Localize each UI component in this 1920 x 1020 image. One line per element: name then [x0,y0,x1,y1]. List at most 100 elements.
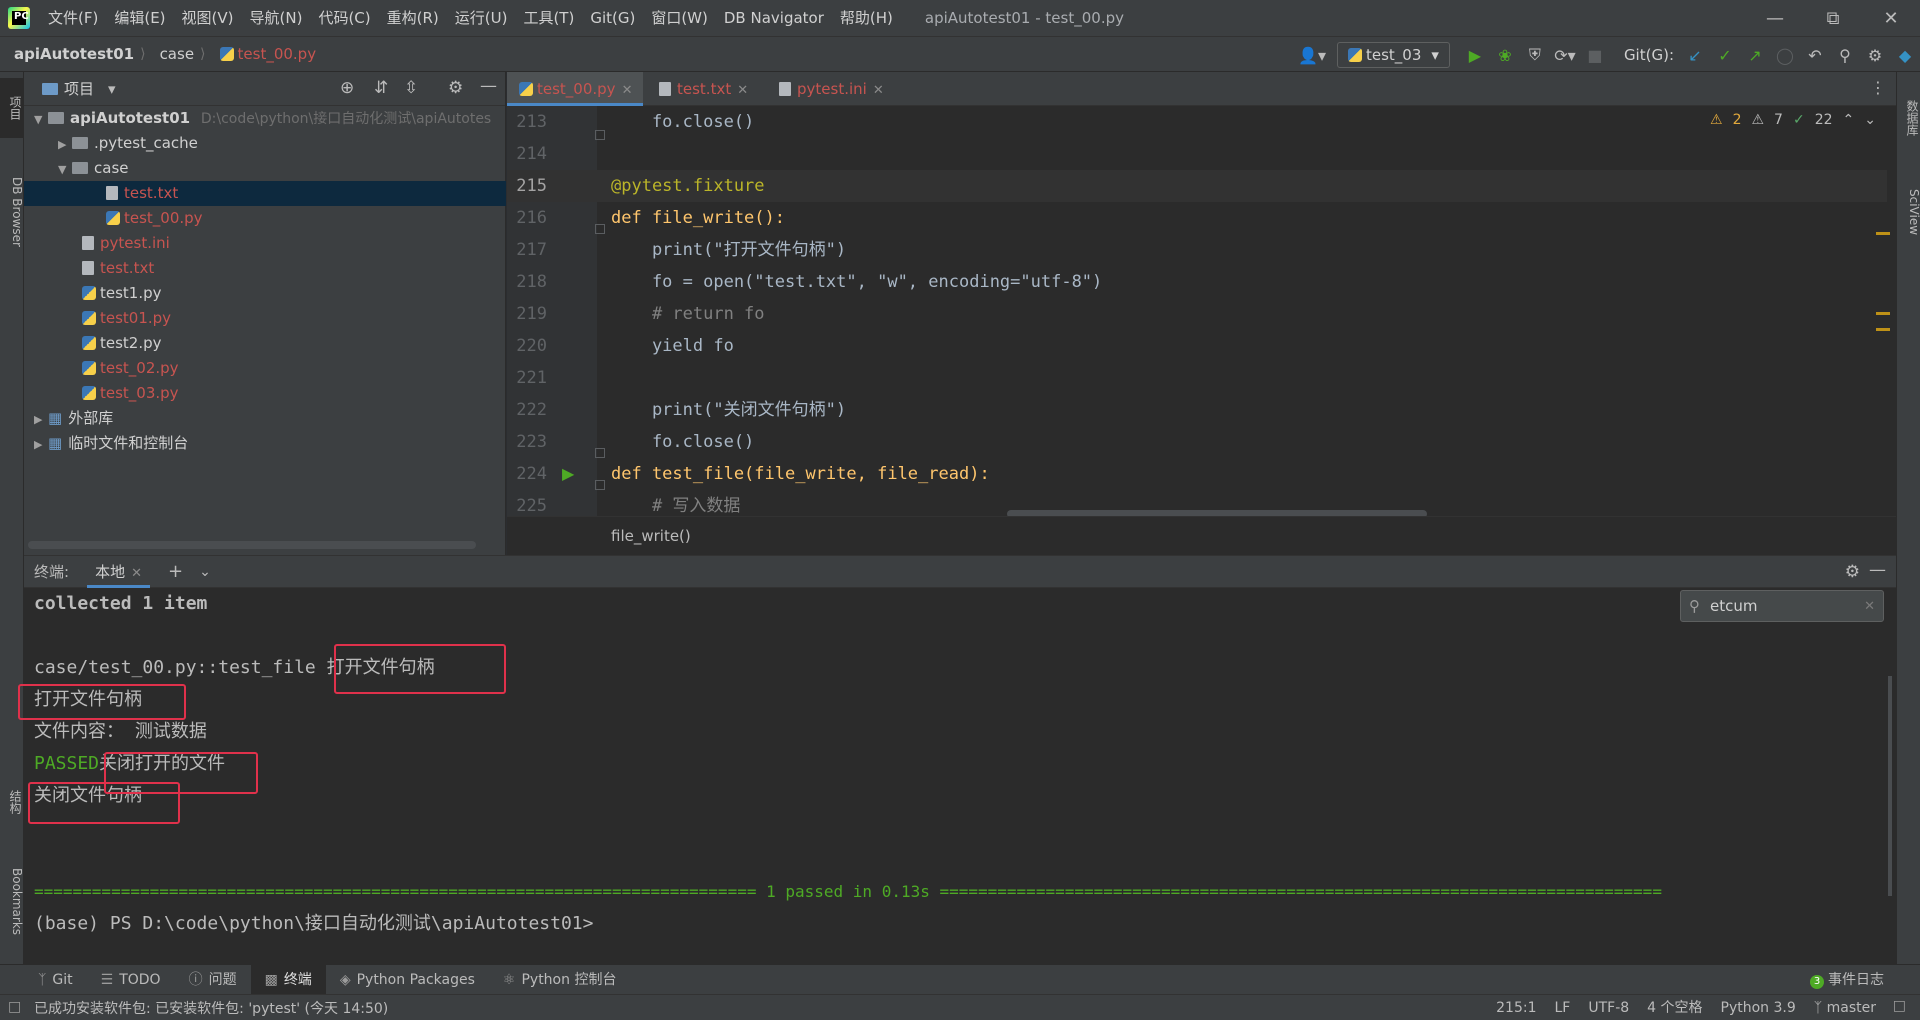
code-line[interactable]: 217 print("打开文件句柄") [507,234,1887,266]
tree-item-test-txt[interactable]: test.txt [24,256,506,281]
search-icon[interactable]: ⚲ [1830,37,1860,73]
tab-test-txt[interactable]: test.txt ✕ [647,72,763,106]
expand-arrow-icon[interactable]: ▼ [34,107,48,132]
menu-refactor[interactable]: 重构(R) [379,0,447,36]
fold-marker-icon[interactable] [595,480,605,490]
collapse-arrow-icon[interactable]: ▶ [34,432,48,457]
vertical-scrollbar[interactable] [1888,676,1892,896]
toggle-tool-windows-icon[interactable]: □ [8,999,21,1015]
caret-position[interactable]: 215:1 [1496,995,1536,1020]
breadcrumb-folder[interactable]: case [146,45,194,63]
error-stripe-marker[interactable] [1876,232,1890,235]
stop-icon[interactable]: ■ [1580,37,1610,73]
menu-navigate[interactable]: 导航(N) [242,0,311,36]
code-line[interactable]: 221 [507,362,1887,394]
terminal-tab-local[interactable]: 本地 ✕ [87,556,150,588]
menu-window[interactable]: 窗口(W) [643,0,716,36]
tab-test-00-py[interactable]: test_00.py ✕ [507,72,643,106]
minimize-icon[interactable]: — [1746,0,1804,36]
code-line[interactable]: 224 def test_file(file_write, file_read): [507,458,1887,490]
run-test-gutter-icon[interactable]: ▶ [562,464,574,483]
code-line[interactable]: 216 def file_write(): [507,202,1887,234]
indent-setting[interactable]: 4 个空格 [1647,995,1702,1020]
run-icon[interactable]: ▶ [1460,37,1490,73]
expand-arrow-icon[interactable]: ▼ [58,157,72,182]
menu-edit[interactable]: 编辑(E) [106,0,173,36]
next-highlight-icon[interactable]: ⌄ [1864,112,1876,128]
close-tab-icon[interactable]: ✕ [737,83,748,98]
more-options-icon[interactable]: ⋮ [1870,78,1886,97]
code-line[interactable]: 214 [507,138,1887,170]
git-branch[interactable]: ᛉ master [1814,995,1876,1020]
file-encoding[interactable]: UTF-8 [1588,995,1629,1020]
settings-gear-icon[interactable]: ⚙ [448,78,463,98]
stripe-tab-project[interactable]: 项目 [0,78,24,138]
user-icon[interactable]: 👤▾ [1297,37,1327,73]
close-tab-icon[interactable]: ✕ [873,83,884,98]
menu-view[interactable]: 视图(V) [174,0,242,36]
fold-marker-icon[interactable] [595,224,605,234]
tool-window-problems[interactable]: ⓘ 问题 [175,965,251,995]
tool-window-todo[interactable]: ☰ TODO [87,965,175,995]
code-line[interactable]: 213 fo.close() [507,106,1887,138]
tree-item-pytest-ini[interactable]: pytest.ini [24,231,506,256]
project-panel-title[interactable]: 项目 [64,78,94,99]
error-stripe-marker[interactable] [1876,312,1890,315]
python-interpreter[interactable]: Python 3.9 [1721,995,1796,1020]
hide-panel-icon[interactable]: — [1869,560,1886,580]
close-tab-icon[interactable]: ✕ [622,83,633,98]
collapse-all-icon[interactable]: ⇳ [404,78,418,98]
terminal-search-field[interactable]: ⚲ etcum ✕ [1680,590,1884,622]
tool-window-terminal[interactable]: ▩ 终端 [250,964,326,995]
tree-item-test01-py[interactable]: test01.py [24,306,506,331]
line-separator[interactable]: LF [1554,995,1570,1020]
git-commit-icon[interactable]: ✓ [1710,37,1740,73]
tree-item-scratches[interactable]: ▶ ▦ 临时文件和控制台 [24,431,506,456]
tree-item-root[interactable]: ▼ apiAutotest01 D:\code\python\接口自动化测试\ap… [24,106,506,131]
code-line[interactable]: 222 print("关闭文件句柄") [507,394,1887,426]
profile-icon[interactable]: ⟳▾ [1550,37,1580,73]
menu-run[interactable]: 运行(U) [447,0,516,36]
tree-item-test-03-py[interactable]: test_03.py [24,381,506,406]
fold-marker-icon[interactable] [595,448,605,458]
tab-pytest-ini[interactable]: pytest.ini ✕ [767,72,897,106]
fold-marker-icon[interactable] [595,130,605,140]
breadcrumb-project[interactable]: apiAutotest01 [0,45,134,63]
stripe-tab-sciview[interactable]: SciView [1897,172,1920,252]
tree-item-test1-py[interactable]: test1.py [24,281,506,306]
menu-help[interactable]: 帮助(H) [832,0,901,36]
menu-git[interactable]: Git(G) [582,0,643,36]
code-line[interactable]: 219 # return fo [507,298,1887,330]
error-stripe-marker[interactable] [1876,328,1890,331]
tree-item-pytest-cache[interactable]: ▶ .pytest_cache [24,131,506,156]
new-terminal-icon[interactable]: + [168,561,183,582]
settings-gear-icon[interactable]: ⚙ [1845,562,1860,582]
menu-db-navigator[interactable]: DB Navigator [716,0,832,36]
chevron-down-icon[interactable]: ▾ [108,80,116,98]
close-window-icon[interactable]: ✕ [1862,0,1920,36]
code-line[interactable]: 220 yield fo [507,330,1887,362]
inspection-widget[interactable]: ⚠ 2 ⚠ 7 ✓ 22 ⌃ ⌄ [1710,112,1876,128]
tool-window-python-console[interactable]: ⚛ Python 控制台 [489,965,631,995]
git-push-icon[interactable]: ↗ [1740,37,1770,73]
tree-item-test2-py[interactable]: test2.py [24,331,506,356]
restore-icon[interactable]: ⧉ [1804,0,1862,36]
expand-all-icon[interactable]: ⇵ [374,78,388,98]
tree-item-external-libraries[interactable]: ▶ ▦ 外部库 [24,406,506,431]
stripe-tab-db-browser[interactable]: DB Browser [0,152,24,272]
editor-breadcrumb[interactable]: file_write() [507,516,1896,555]
menu-file[interactable]: 文件(F) [40,0,106,36]
tree-item-case[interactable]: ▼ case [24,156,506,181]
clear-search-icon[interactable]: ✕ [1864,599,1875,614]
locate-file-icon[interactable]: ⊕ [340,78,354,98]
coverage-icon[interactable]: ⛨ [1520,37,1550,73]
code-line[interactable]: 218 fo = open("test.txt", "w", encoding=… [507,266,1887,298]
search-query[interactable]: etcum [1710,597,1757,615]
git-history-icon[interactable]: ◯ [1770,37,1800,73]
terminal-prompt[interactable]: (base) PS D:\code\python\接口自动化测试\apiAuto… [34,908,593,940]
tree-item-test-02-py[interactable]: test_02.py [24,356,506,381]
stripe-tab-structure[interactable]: 结构 [0,772,24,832]
menu-tools[interactable]: 工具(T) [515,0,582,36]
git-update-icon[interactable]: ↙ [1680,37,1710,73]
tree-item-test-00-py[interactable]: test_00.py [24,206,506,231]
